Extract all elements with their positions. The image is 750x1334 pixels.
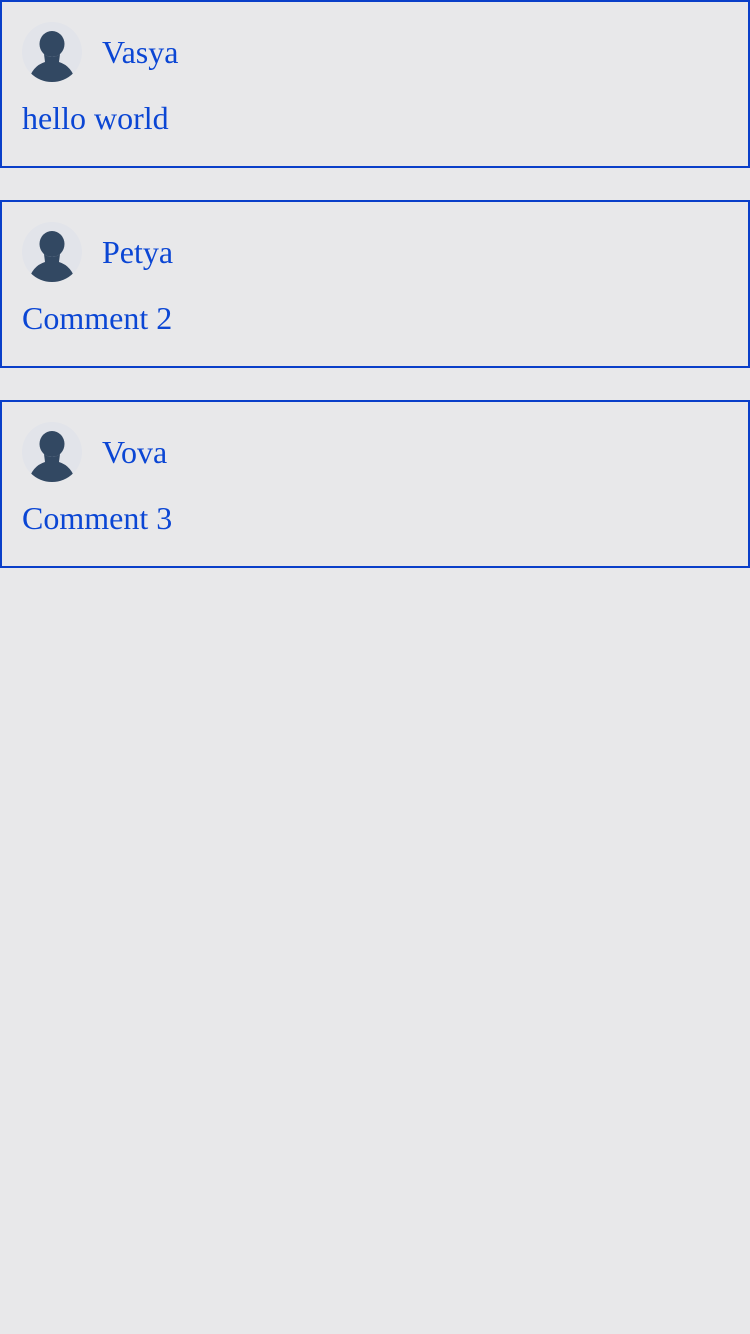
author-name[interactable]: Vova xyxy=(102,436,167,468)
comment-list: Vasya hello world Petya Comment 2 Vova C… xyxy=(0,0,750,600)
user-avatar-icon[interactable] xyxy=(22,22,82,82)
user-avatar-icon[interactable] xyxy=(22,222,82,282)
comment-header: Petya xyxy=(22,220,173,284)
user-silhouette-icon xyxy=(28,431,76,482)
user-avatar-icon[interactable] xyxy=(22,422,82,482)
comment-header: Vova xyxy=(22,420,167,484)
comment-text: Comment 3 xyxy=(22,500,173,536)
comment-card[interactable]: Vasya hello world xyxy=(0,0,750,168)
user-silhouette-icon xyxy=(28,31,76,82)
author-name[interactable]: Vasya xyxy=(102,36,178,68)
comment-text: hello world xyxy=(22,100,169,136)
comment-card[interactable]: Petya Comment 2 xyxy=(0,200,750,368)
comment-card[interactable]: Vova Comment 3 xyxy=(0,400,750,568)
author-name[interactable]: Petya xyxy=(102,236,173,268)
user-silhouette-icon xyxy=(28,231,76,282)
comment-header: Vasya xyxy=(22,20,178,84)
comment-text: Comment 2 xyxy=(22,300,173,336)
